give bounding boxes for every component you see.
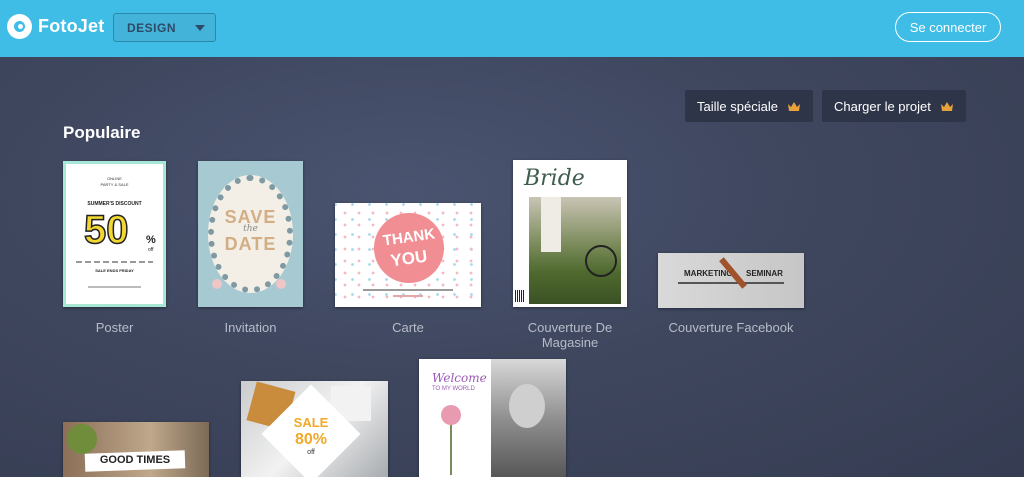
design-mode-select[interactable]: DESIGN	[113, 13, 216, 42]
card-text-line	[393, 295, 423, 297]
poster-off: off	[148, 247, 154, 253]
barcode	[515, 290, 525, 302]
logo-text: FotoJet	[38, 16, 105, 36]
coffee-cup	[67, 424, 97, 454]
flower-decoration	[276, 279, 286, 289]
sale-thumbnail[interactable]: SALE 80% off	[241, 381, 388, 477]
poster-category-line	[76, 261, 153, 263]
design-mode-label: DESIGN	[127, 20, 177, 35]
card-text-line	[363, 289, 453, 291]
face-shape	[509, 384, 545, 428]
top-bar: FotoJet DESIGN Se connecter	[0, 0, 1024, 57]
section-title: Populaire	[63, 123, 141, 142]
invitation-thumbnail[interactable]: SAVE the DATE	[198, 161, 303, 307]
connect-button[interactable]: Se connecter	[895, 12, 1001, 42]
magazine-thumbnail[interactable]: Bride	[513, 160, 627, 307]
welcome-title: Welcome	[432, 371, 487, 385]
poster-footer-line	[88, 286, 141, 288]
custom-size-label: Taille spéciale	[697, 98, 778, 114]
flower-decoration	[212, 279, 222, 289]
welcome-thumbnail[interactable]: Welcome TO MY WORLD	[419, 359, 566, 477]
facebook-text-line	[678, 282, 784, 284]
load-project-label: Charger le projet	[834, 98, 931, 114]
sale-text: SALE	[293, 415, 329, 430]
template-label-magazine[interactable]: Couverture De Magasine	[513, 320, 627, 350]
magazine-title: Bride	[524, 166, 585, 191]
poster-line: SALE ENDS FRIDAY	[95, 268, 134, 273]
crown-icon	[940, 101, 954, 112]
good-times-text: GOOD TIMES	[99, 454, 171, 466]
sale-percent: 80%	[294, 431, 328, 448]
invitation-date: DATE	[224, 234, 277, 254]
caret-down-icon	[195, 25, 205, 31]
template-label-invitation[interactable]: Invitation	[198, 320, 303, 335]
bicycle-wheel	[585, 245, 617, 277]
sale-off: off	[307, 449, 315, 456]
load-project-button[interactable]: Charger le projet	[822, 90, 966, 122]
template-label-facebook-cover[interactable]: Couverture Facebook	[658, 320, 804, 335]
flower-photo	[441, 405, 461, 425]
fotojet-logo[interactable]: FotoJet	[7, 14, 104, 39]
facebook-left-text: MARKETING	[684, 269, 733, 278]
template-label-poster[interactable]: Poster	[63, 320, 166, 335]
poster-subtitle: SUMMER'S DISCOUNT	[87, 201, 142, 207]
good-times-thumbnail[interactable]: GOOD TIMES	[63, 422, 209, 477]
custom-size-button[interactable]: Taille spéciale	[685, 90, 813, 122]
welcome-subtitle: TO MY WORLD	[432, 386, 475, 392]
poster-top-text: ONLINE	[107, 176, 122, 181]
poster-big-number: 50	[83, 207, 129, 253]
poster-thumbnail[interactable]: ONLINE PARTY & SALE SUMMER'S DISCOUNT 50…	[63, 161, 166, 307]
invitation-the: the	[243, 224, 258, 234]
poster-percent: %	[146, 234, 156, 246]
poster-top-text-2: PARTY & SALE	[100, 182, 129, 187]
card-thumbnail[interactable]: THANK YOU	[335, 203, 481, 307]
flower-stem	[450, 425, 452, 475]
dress-shape	[541, 197, 561, 252]
crown-icon	[787, 101, 801, 112]
logo-icon	[7, 14, 32, 39]
template-label-card[interactable]: Carte	[335, 320, 481, 335]
facebook-cover-thumbnail[interactable]: MARKETING SEMINAR	[658, 253, 804, 308]
facebook-right-text: SEMINAR	[746, 269, 783, 278]
